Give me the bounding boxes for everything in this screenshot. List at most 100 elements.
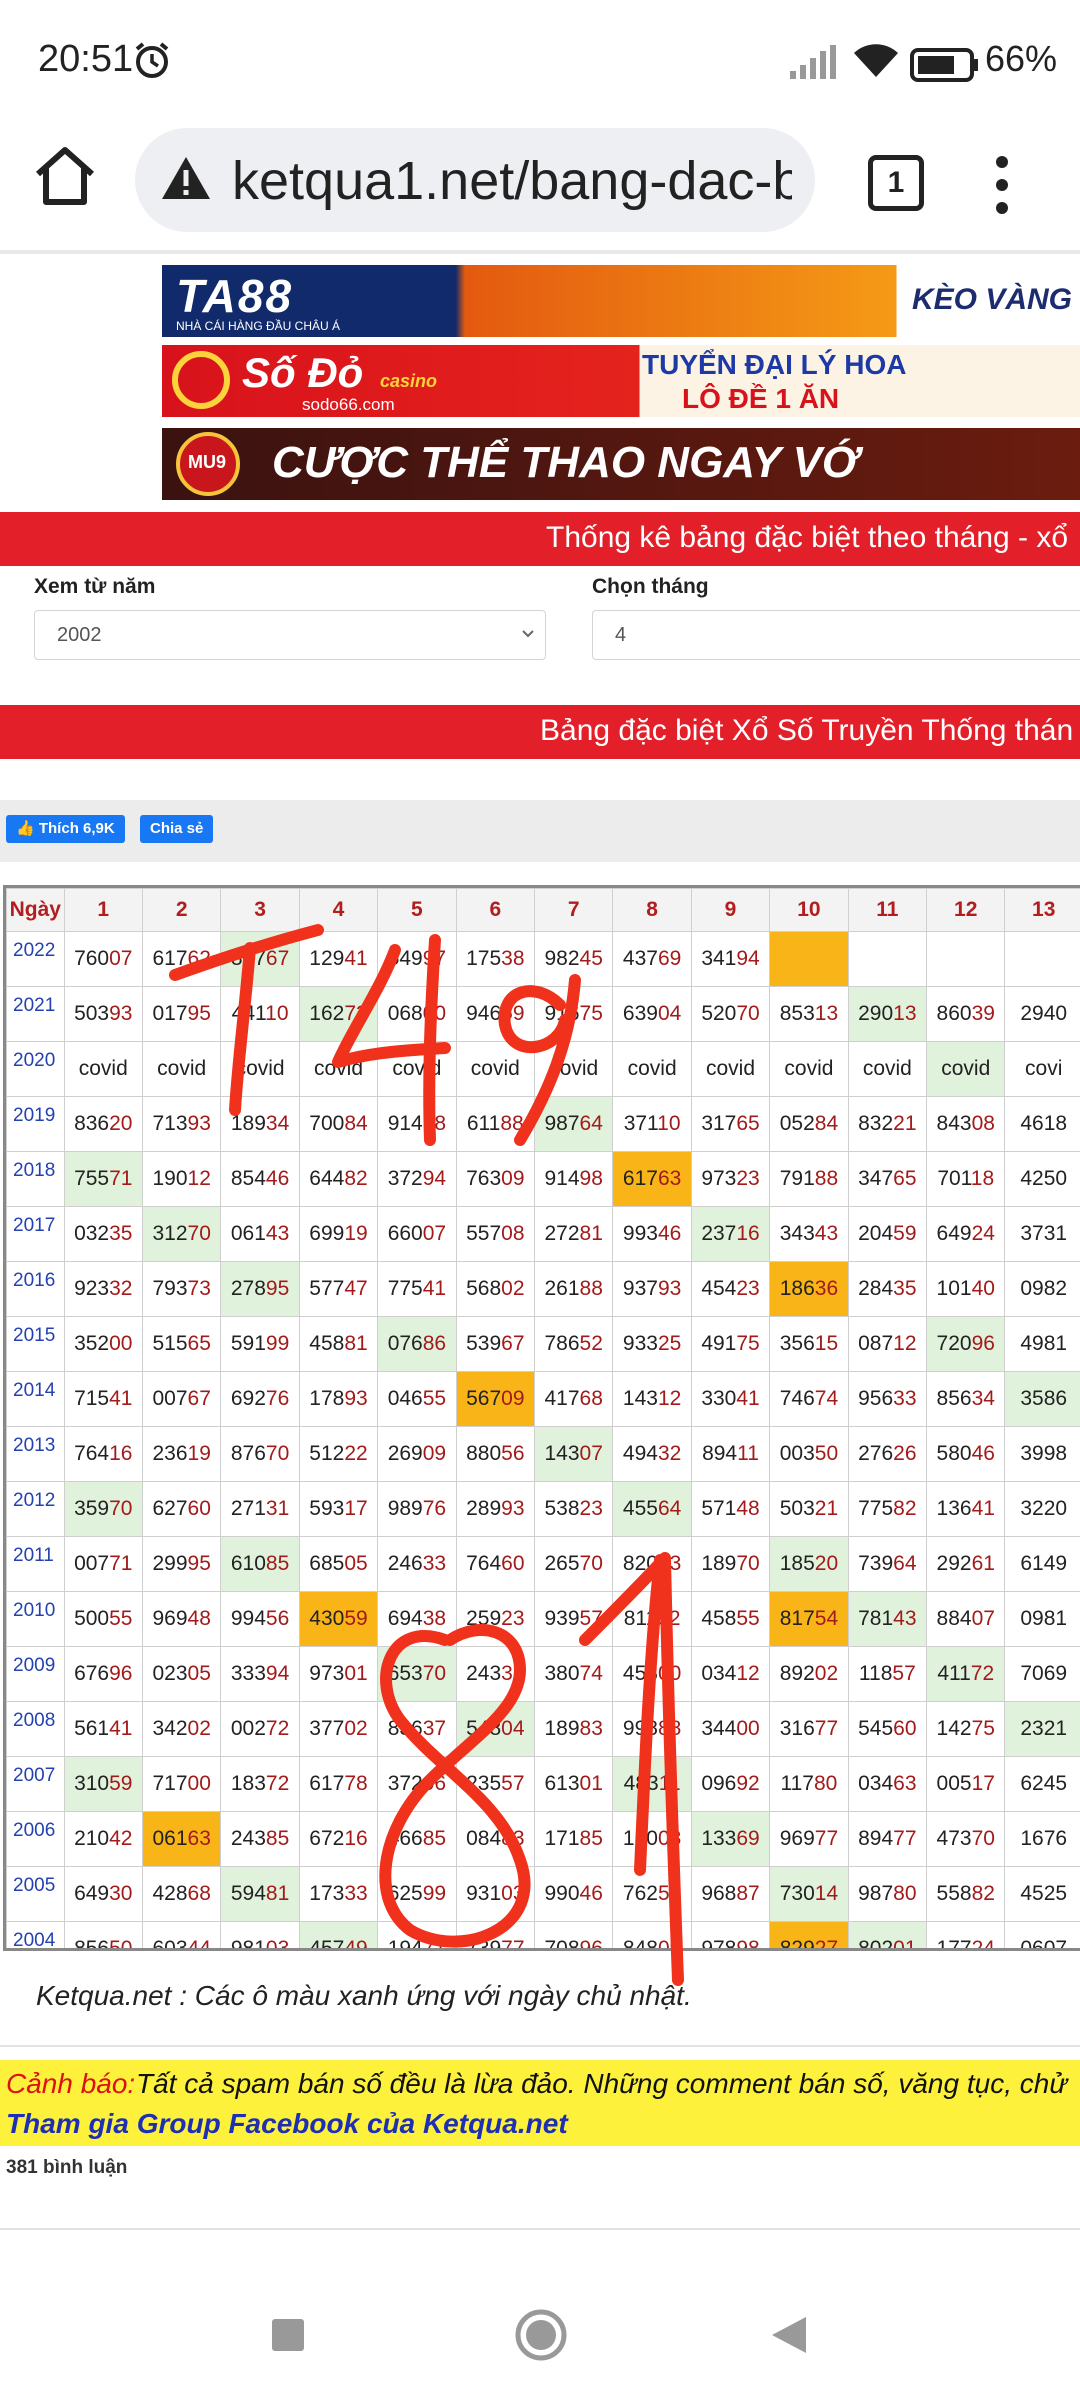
url-text[interactable]: ketqua1.net/bang-dac-b (232, 150, 792, 212)
wifi-icon (854, 44, 898, 77)
year-select[interactable]: 2002 (34, 610, 546, 660)
result-cell: 45881 (298, 1316, 379, 1372)
facebook-share-button[interactable]: Chia sẻ (140, 815, 214, 843)
result-cell: 98780 (847, 1866, 928, 1922)
result-cell: 44110 (220, 986, 300, 1042)
result-cell: 27131 (220, 1481, 300, 1537)
result-cell: covid (533, 1041, 614, 1097)
result-cell: 72096 (926, 1316, 1006, 1372)
result-cell: 50321 (769, 1481, 849, 1537)
result-cell: 43059 (298, 1591, 379, 1647)
table-row: 2004 85650 60344 98103 45749 19471 73977 70896 8… (6, 1921, 1080, 1948)
result-cell: 83637 (377, 1701, 457, 1757)
month-label: Chọn tháng (592, 575, 709, 598)
result-cell: 91458 (377, 1096, 457, 1152)
result-cell: 09692 (690, 1756, 771, 1812)
result-cell: 86039 (926, 986, 1006, 1042)
result-cell: 73977 (455, 1921, 536, 1948)
table-row: 2015 35200 51565 59199 45881 07686 53967 78652 9… (6, 1316, 1080, 1372)
result-cell: 2940 (1004, 986, 1080, 1042)
result-cell: 63904 (612, 986, 692, 1042)
section-title-table-text: Bảng đặc biệt Xổ Số Truyền Thống thán (540, 714, 1074, 747)
warning-icon[interactable] (160, 155, 212, 201)
table-row: 2013 76416 23619 87670 51222 26909 88056 14307 4… (6, 1426, 1080, 1482)
result-cell: 61301 (533, 1756, 614, 1812)
divider (0, 2045, 1080, 2047)
result-cell: 46685 (377, 1811, 457, 1867)
result-cell: 61085 (220, 1536, 300, 1592)
result-cell: 70084 (298, 1096, 379, 1152)
tab-switcher-button[interactable]: 1 (868, 155, 924, 211)
result-cell: 50393 (63, 986, 143, 1042)
result-cell: 57747 (298, 1261, 379, 1317)
result-cell: 88407 (926, 1591, 1006, 1647)
result-cell: 17893 (298, 1371, 379, 1427)
result-cell: 03463 (847, 1756, 928, 1812)
result-cell: 79373 (141, 1261, 222, 1317)
facebook-like-button[interactable]: 👍 Thích 6,9K (6, 815, 125, 843)
result-cell: 64482 (298, 1151, 379, 1207)
result-cell: 49432 (612, 1426, 692, 1482)
result-cell: 71541 (63, 1371, 143, 1427)
overflow-menu-icon[interactable] (990, 150, 1014, 220)
result-cell: 66007 (377, 1206, 457, 1262)
result-cell: 71393 (141, 1096, 222, 1152)
result-cell: 02305 (141, 1646, 222, 1702)
comments-count: 381 bình luận (6, 2157, 128, 2178)
result-cell: 35615 (769, 1316, 849, 1372)
year-select-value: 2002 (57, 624, 102, 646)
result-cell: 55708 (455, 1206, 536, 1262)
result-cell: 17185 (533, 1811, 614, 1867)
day-header: 10 (769, 888, 849, 932)
ta88-banner[interactable]: TA88 NHÀ CÁI HÀNG ĐẦU CHÂU Á KÈO VÀNG (162, 265, 1080, 337)
table-row: 2016 92332 79373 27895 57747 77541 56802 26188 9… (6, 1261, 1080, 1317)
back-icon[interactable] (770, 2315, 808, 2355)
sodo-banner[interactable]: Số Đỏ casino sodo66.com TUYỂN ĐẠI LÝ HOA… (162, 345, 1080, 417)
result-cell: covid (141, 1041, 222, 1097)
divider (0, 2228, 1080, 2230)
result-cell: 64930 (63, 1866, 143, 1922)
year-cell: 2007 (6, 1756, 65, 1812)
result-cell: 18970 (690, 1536, 771, 1592)
month-select[interactable]: 4 (592, 610, 1080, 660)
result-cell: 28993 (455, 1481, 536, 1537)
result-cell: 78143 (847, 1591, 928, 1647)
result-cell: 93325 (612, 1316, 692, 1372)
result-cell: 96887 (690, 1866, 771, 1922)
home-nav-icon[interactable] (514, 2308, 568, 2362)
result-cell: 98976 (377, 1481, 457, 1537)
result-cell: 18372 (220, 1756, 300, 1812)
result-cell: 33041 (690, 1371, 771, 1427)
result-cell: 85313 (769, 986, 849, 1042)
home-icon[interactable] (30, 140, 100, 210)
result-cell (1004, 931, 1080, 987)
result-cell: 89477 (847, 1811, 928, 1867)
result-cell: 69919 (298, 1206, 379, 1262)
result-cell: 26570 (533, 1536, 614, 1592)
warning-label: Cảnh báo: (6, 2068, 136, 2099)
sodo-badge: casino (380, 371, 438, 391)
section-title-monthly: Thống kê bảng đặc biệt theo tháng - xổ (0, 512, 1080, 566)
result-cell: 62599 (377, 1866, 457, 1922)
corner-header: Ngày (6, 888, 65, 932)
result-cell: 37206 (377, 1756, 457, 1812)
result-cell: 0982 (1004, 1261, 1080, 1317)
recents-icon[interactable] (270, 2317, 306, 2353)
facebook-group-link[interactable]: Tham gia Group Facebook của Ketqua.net (6, 2108, 568, 2140)
result-cell: 3220 (1004, 1481, 1080, 1537)
result-cell: 35970 (63, 1481, 143, 1537)
result-cell: covi (1004, 1041, 1080, 1097)
year-cell: 2012 (6, 1481, 65, 1537)
result-cell: 83620 (63, 1096, 143, 1152)
result-cell: 31270 (141, 1206, 222, 1262)
result-cell: 10140 (926, 1261, 1006, 1317)
sodo-url: sodo66.com (302, 395, 395, 414)
day-header: 12 (926, 888, 1006, 932)
result-cell: 25923 (455, 1591, 536, 1647)
result-cell: 24335 (455, 1646, 536, 1702)
result-cell: 82927 (769, 1921, 849, 1948)
result-cell: 84809 (612, 1921, 692, 1948)
day-header: 5 (377, 888, 457, 932)
sports-banner[interactable]: MU9 CƯỢC THỂ THAO NGAY VỚ (162, 428, 1080, 500)
result-cell: 11857 (847, 1646, 928, 1702)
